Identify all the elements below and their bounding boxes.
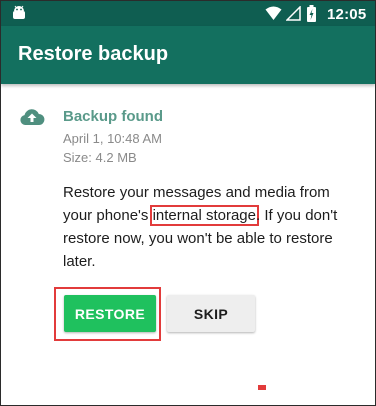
backup-date: April 1, 10:48 AM <box>63 131 162 146</box>
app-screen: 12:05 Restore backup Backup found April … <box>0 0 376 406</box>
app-bar: Restore backup <box>1 26 375 84</box>
wifi-icon <box>265 6 282 20</box>
battery-charging-icon <box>307 5 316 22</box>
signal-icon <box>286 6 301 21</box>
cloud-upload-icon <box>20 109 45 125</box>
page-title: Restore backup <box>18 43 169 65</box>
status-bar: 12:05 <box>1 1 375 26</box>
backup-size: Size: 4.2 MB <box>63 150 137 165</box>
internal-storage-highlight: internal storage <box>149 205 259 226</box>
backup-found-title: Backup found <box>63 108 163 125</box>
annotation-marker <box>258 385 266 390</box>
clock: 12:05 <box>327 6 367 23</box>
restore-button[interactable]: RESTORE <box>64 295 156 332</box>
restore-description: Restore your messages and media from you… <box>63 181 363 273</box>
android-icon <box>13 5 25 19</box>
skip-button[interactable]: SKIP <box>167 295 255 332</box>
